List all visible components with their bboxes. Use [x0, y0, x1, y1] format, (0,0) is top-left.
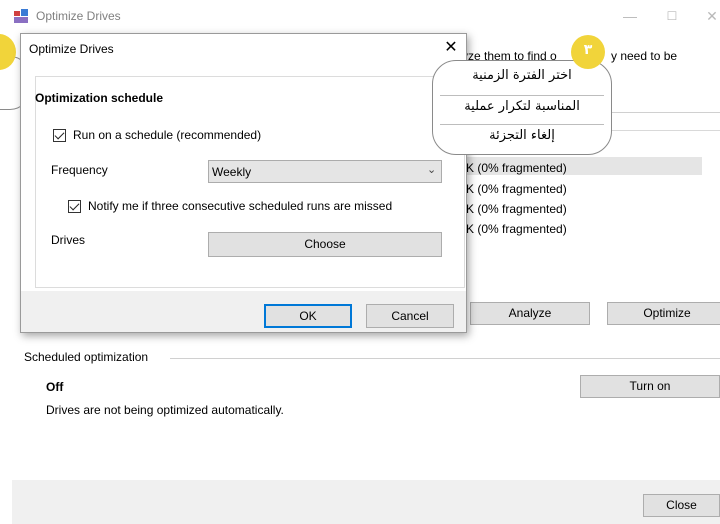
- callout-divider: [440, 95, 604, 96]
- optimize-drives-dialog: Optimize Drives ✕ Optimization schedule …: [20, 33, 467, 333]
- callout-line-2: المناسبة لتكرار عملية: [464, 99, 580, 114]
- dialog-titlebar: Optimize Drives ✕: [21, 34, 466, 64]
- turn-on-button[interactable]: Turn on: [580, 375, 720, 398]
- main-titlebar: Optimize Drives — ☐ ✕: [0, 0, 720, 32]
- notify-missed-runs-checkbox[interactable]: [68, 200, 81, 213]
- callout-line-1: اختر الفترة الزمنية: [472, 68, 572, 83]
- choose-drives-button[interactable]: Choose: [208, 232, 442, 257]
- schedule-description: Drives are not being optimized automatic…: [46, 403, 284, 417]
- optimize-drives-app-icon: [14, 9, 28, 23]
- dialog-title: Optimize Drives: [29, 42, 114, 56]
- frequency-value: Weekly: [212, 165, 252, 179]
- section-divider: [170, 358, 720, 359]
- status-header-rule: [604, 112, 720, 113]
- dialog-close-icon[interactable]: ✕: [441, 38, 461, 58]
- optimization-schedule-title: Optimization schedule: [35, 91, 164, 105]
- window-close-button[interactable]: ✕: [702, 6, 720, 26]
- maximize-button[interactable]: ☐: [662, 6, 682, 26]
- description-text-fragment-right: y need to be: [611, 49, 678, 63]
- run-on-schedule-checkbox[interactable]: [53, 129, 66, 142]
- drive-status-cell: K (0% fragmented): [466, 182, 567, 196]
- run-on-schedule-label: Run on a schedule (recommended): [73, 128, 262, 142]
- chevron-down-icon: ⌄: [427, 164, 437, 176]
- close-button[interactable]: Close: [643, 494, 720, 517]
- ok-button[interactable]: OK: [264, 304, 352, 328]
- main-window-title: Optimize Drives: [36, 9, 121, 23]
- schedule-state: Off: [46, 380, 64, 394]
- notify-missed-runs-label: Notify me if three consecutive scheduled…: [88, 199, 393, 213]
- callout-line-3: إلغاء التجزئة: [489, 128, 555, 143]
- step-number-badge: ٣: [571, 35, 605, 69]
- frequency-dropdown[interactable]: Weekly ⌄: [208, 160, 442, 183]
- minimize-button[interactable]: —: [620, 6, 640, 26]
- frequency-label: Frequency: [51, 163, 108, 177]
- drive-status-cell: K (0% fragmented): [466, 222, 567, 236]
- analyze-button[interactable]: Analyze: [470, 302, 590, 325]
- footer-bar: [12, 480, 720, 524]
- drive-status-cell: K (0% fragmented): [466, 161, 567, 175]
- optimize-button[interactable]: Optimize: [607, 302, 720, 325]
- drives-label: Drives: [51, 233, 86, 247]
- drive-status-cell: K (0% fragmented): [466, 202, 567, 216]
- scheduled-optimization-label: Scheduled optimization: [24, 350, 149, 364]
- callout-divider: [440, 124, 604, 125]
- cancel-button[interactable]: Cancel: [366, 304, 454, 328]
